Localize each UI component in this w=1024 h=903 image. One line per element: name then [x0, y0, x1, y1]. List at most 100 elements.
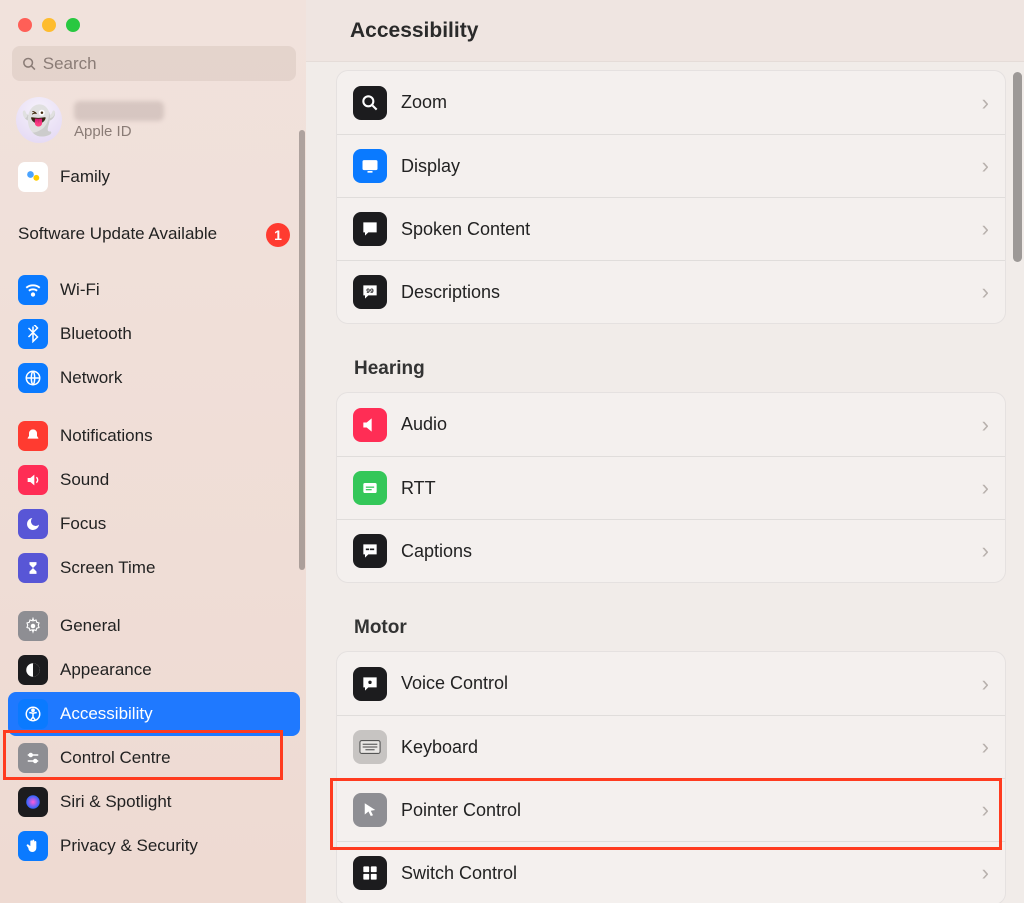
captions2-icon: [353, 534, 387, 568]
chevron-right-icon: ›: [982, 279, 989, 305]
software-update-row[interactable]: Software Update Available 1: [8, 213, 300, 254]
zoom-icon: [353, 86, 387, 120]
keyboard-icon: [353, 730, 387, 764]
caption-icon: 99: [353, 275, 387, 309]
sidebar-item-label: Network: [60, 368, 122, 388]
chevron-right-icon: ›: [982, 90, 989, 116]
sidebar-item-label: Bluetooth: [60, 324, 132, 344]
sidebar-item-wifi[interactable]: Wi-Fi: [8, 268, 300, 312]
row-label: Zoom: [401, 92, 968, 113]
row-audio[interactable]: Audio ›: [337, 393, 1005, 456]
chevron-right-icon: ›: [982, 153, 989, 179]
appearance-icon: [18, 655, 48, 685]
row-label: Keyboard: [401, 737, 968, 758]
chevron-right-icon: ›: [982, 734, 989, 760]
row-label: Descriptions: [401, 282, 968, 303]
display-icon: [353, 149, 387, 183]
close-window-button[interactable]: [18, 18, 32, 32]
content-scrollbar[interactable]: [1013, 72, 1022, 262]
accessibility-icon: [18, 699, 48, 729]
sidebar-item-label: Notifications: [60, 426, 153, 446]
row-spoken[interactable]: Spoken Content ›: [337, 197, 1005, 260]
chevron-right-icon: ›: [982, 412, 989, 438]
sidebar-item-bluetooth[interactable]: Bluetooth: [8, 312, 300, 356]
family-icon: [18, 162, 48, 192]
hourglass-icon: [18, 553, 48, 583]
sidebar-item-siri[interactable]: Siri & Spotlight: [8, 780, 300, 824]
main-header: Accessibility: [306, 0, 1024, 62]
row-rtt[interactable]: RTT›: [337, 456, 1005, 519]
hand-icon: [18, 831, 48, 861]
sidebar-item-label: Accessibility: [60, 704, 153, 724]
content-scroll[interactable]: Zoom › Display › Spoken Content › 99 Descriptio…: [306, 62, 1024, 903]
sidebar-item-label: Appearance: [60, 660, 152, 680]
page-title: Accessibility: [350, 19, 478, 43]
chevron-right-icon: ›: [982, 860, 989, 886]
network-icon: [18, 363, 48, 393]
section-label-hearing: Hearing: [354, 358, 1006, 380]
sound-icon: [18, 465, 48, 495]
search-icon: [22, 56, 37, 72]
sidebar-item-privacy[interactable]: Privacy & Security: [8, 824, 300, 868]
sidebar-item-focus[interactable]: Focus: [8, 502, 300, 546]
chevron-right-icon: ›: [982, 797, 989, 823]
apple-id-row[interactable]: 👻 Apple ID: [8, 95, 300, 147]
siri-icon: [18, 787, 48, 817]
sidebar-item-label: Screen Time: [60, 558, 155, 578]
sidebar-item-family[interactable]: Family: [8, 155, 300, 199]
row-switchcontrol[interactable]: Switch Control›: [337, 841, 1005, 903]
audio-icon: [353, 408, 387, 442]
bell-icon: [18, 421, 48, 451]
sidebar-item-label: Focus: [60, 514, 106, 534]
row-label: Audio: [401, 414, 968, 435]
vision-card: Zoom › Display › Spoken Content › 99 Descriptio…: [336, 70, 1006, 324]
search-input[interactable]: [43, 54, 286, 74]
sidebar-item-label: Siri & Spotlight: [60, 792, 172, 812]
update-badge: 1: [266, 223, 290, 247]
switch-icon: [353, 856, 387, 890]
sidebar-item-sound[interactable]: Sound: [8, 458, 300, 502]
row-label: Spoken Content: [401, 219, 968, 240]
sidebar: 👻 Apple ID Family Software Update Availa…: [0, 0, 306, 903]
software-update-label: Software Update Available: [18, 223, 254, 244]
row-zoom[interactable]: Zoom ›: [337, 71, 1005, 134]
row-captions[interactable]: Captions›: [337, 519, 1005, 582]
sidebar-item-controlcentre[interactable]: Control Centre: [8, 736, 300, 780]
sidebar-item-label: Control Centre: [60, 748, 171, 768]
sidebar-item-screentime[interactable]: Screen Time: [8, 546, 300, 590]
row-display[interactable]: Display ›: [337, 134, 1005, 197]
switches-icon: [18, 743, 48, 773]
zoom-window-button[interactable]: [66, 18, 80, 32]
window-controls: [8, 10, 300, 46]
section-label-motor: Motor: [354, 617, 1006, 639]
row-keyboard[interactable]: Keyboard ›: [337, 715, 1005, 778]
search-field[interactable]: [12, 46, 296, 81]
sidebar-item-network[interactable]: Network: [8, 356, 300, 400]
sidebar-scrollbar[interactable]: [299, 130, 305, 570]
voice-icon: [353, 667, 387, 701]
hearing-card: Audio › RTT›Captions›: [336, 392, 1006, 583]
minimize-window-button[interactable]: [42, 18, 56, 32]
svg-text:99: 99: [366, 288, 374, 295]
sidebar-item-label: General: [60, 616, 120, 636]
sidebar-item-appearance[interactable]: Appearance: [8, 648, 300, 692]
account-name-redacted: [74, 101, 164, 121]
motor-card: Voice Control›Keyboard›Pointer Control›S…: [336, 651, 1006, 903]
sidebar-item-notifications[interactable]: Notifications: [8, 414, 300, 458]
row-label: Display: [401, 156, 968, 177]
rtt-icon: [353, 471, 387, 505]
bluetooth-icon: [18, 319, 48, 349]
row-descriptions[interactable]: 99 Descriptions ›: [337, 260, 1005, 323]
row-voicecontrol[interactable]: Voice Control›: [337, 652, 1005, 715]
sidebar-item-accessibility[interactable]: Accessibility: [8, 692, 300, 736]
sidebar-item-label: Family: [60, 167, 110, 187]
avatar: 👻: [16, 97, 62, 143]
chevron-right-icon: ›: [982, 671, 989, 697]
main-pane: Accessibility Zoom›Display›Spoken Conten…: [306, 0, 1024, 903]
sidebar-item-general[interactable]: General: [8, 604, 300, 648]
gear-icon: [18, 611, 48, 641]
row-pointercontrol[interactable]: Pointer Control ›: [337, 778, 1005, 841]
row-label: Pointer Control: [401, 800, 968, 821]
speech-icon: [353, 212, 387, 246]
chevron-right-icon: ›: [982, 216, 989, 242]
